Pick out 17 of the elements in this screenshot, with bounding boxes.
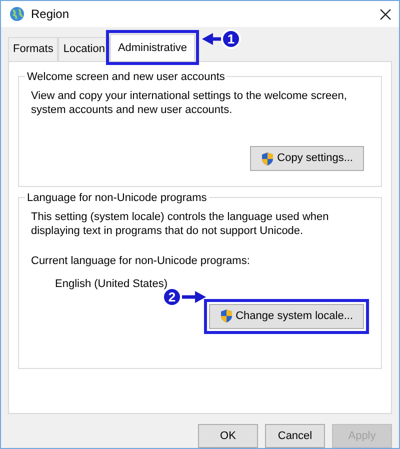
dialog-button[interactable]: OK	[198, 424, 258, 448]
close-icon[interactable]	[380, 8, 391, 20]
annotation-arrow	[182, 291, 206, 303]
annotation-arrow	[202, 33, 221, 45]
step-marker: 1	[221, 29, 241, 49]
shield-icon	[220, 309, 233, 324]
description-text: This setting (system locale) controls the language used when displaying text in programs that do not support Unicode.	[31, 210, 330, 238]
shield-icon	[261, 152, 274, 166]
dialog-button[interactable]: Cancel	[265, 424, 325, 448]
current-language-label: Current language for non-Unicode programs:	[31, 254, 251, 269]
tab[interactable]: Location	[58, 37, 110, 61]
action-button[interactable]: Copy settings...	[250, 146, 364, 171]
tab[interactable]: Formats	[8, 37, 58, 61]
window-title: Region	[31, 6, 70, 24]
globe-icon	[9, 6, 25, 22]
action-button[interactable]: Change system locale...	[208, 304, 364, 329]
description-text: View and copy your international settings to the welcome screen, system accounts and new user accounts.	[31, 88, 348, 118]
